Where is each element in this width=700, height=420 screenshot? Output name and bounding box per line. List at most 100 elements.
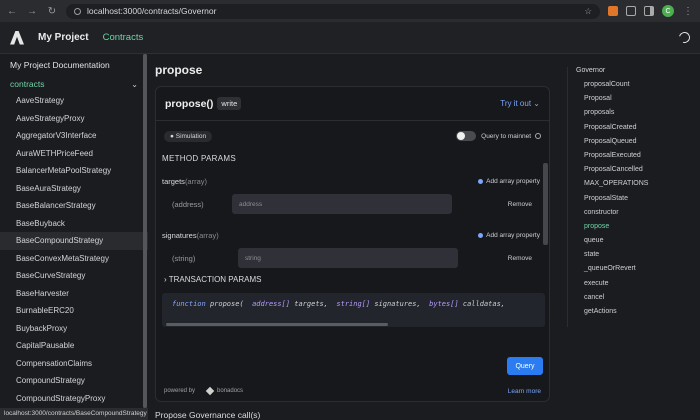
sidebar-scrollbar[interactable] [143,54,147,408]
browser-toolbar: ← → ↻ localhost:3000/contracts/Governor … [0,0,700,22]
transaction-params-toggle[interactable]: › TRANSACTION PARAMS [164,275,262,284]
address-input[interactable]: address [232,194,452,214]
powered-brand[interactable]: bonadocs [217,388,243,394]
more-menu-icon[interactable]: ⋮ [682,5,694,17]
toc-item[interactable]: getActions [576,305,695,319]
back-icon[interactable]: ← [6,5,18,17]
try-it-out-button[interactable]: Try it out ⌄ [500,99,540,108]
project-logo[interactable] [10,30,24,45]
param-name: targets(array) [162,177,207,186]
function-header: propose() write Try it out ⌄ [156,87,549,121]
function-name: propose() [165,97,214,110]
param-name-text: signatures [162,230,197,240]
toc-item[interactable]: state [576,248,695,262]
page-title: propose [155,63,203,77]
add-array-label: Add array property [486,231,540,239]
add-array-property-button[interactable]: Add array property [478,178,540,185]
toc-item[interactable]: constructor [576,206,695,220]
address-bar[interactable]: localhost:3000/contracts/Governor ☆ [66,3,600,19]
sidebar-item[interactable]: BaseHarvester [0,285,148,303]
sidebar-item[interactable]: CompoundStrategyProxy [0,390,148,408]
sidebar-item[interactable]: AaveStrategy [0,92,148,110]
theme-toggle-icon[interactable] [676,29,693,46]
toc-title[interactable]: Governor [576,67,695,74]
method-params-heading: METHOD PARAMS [162,154,236,163]
powered-by: powered by bonadocs [164,386,243,396]
toc-item[interactable]: proposalCount [576,78,695,92]
project-title[interactable]: My Project [38,32,89,43]
param-signatures: signatures(array) Add array property (st… [162,229,540,269]
param-targets: targets(array) Add array property (addre… [162,175,540,215]
toc-item[interactable]: proposals [576,106,695,120]
sidebar-item[interactable]: BaseBuyback [0,215,148,233]
sidebar-item[interactable]: BaseCurveStrategy [0,267,148,285]
sidebar-item[interactable]: BalancerMetaPoolStrategy [0,162,148,180]
sidebar-scroll-thumb[interactable] [143,54,147,408]
params-scrollbar[interactable] [543,163,548,245]
toc-item[interactable]: Proposal [576,92,695,106]
sidebar-section-label: contracts [10,79,45,89]
add-array-property-button[interactable]: Add array property [478,232,540,239]
sidebar-item[interactable]: CapitalPausable [0,337,148,355]
sidebar-item[interactable]: BaseConvexMetaStrategy [0,250,148,268]
extensions-puzzle-icon[interactable] [626,6,636,16]
sidebar-item[interactable]: CompoundStrategy [0,372,148,390]
string-input[interactable]: string [238,248,458,268]
sidebar-item[interactable]: AuraWETHPriceFeed [0,145,148,163]
toc-item[interactable]: ProposalQueued [576,135,695,149]
code-arg: signatures, [374,300,421,308]
profile-avatar[interactable]: C [662,5,674,17]
toc-list: proposalCount Proposal proposals ProposalCr… [576,78,695,319]
sidebar-item[interactable]: BaseBalancerStrategy [0,197,148,215]
chevron-down-icon: ⌄ [131,79,138,89]
sidebar-section-contracts[interactable]: contracts ⌄ [0,76,148,92]
plus-icon [478,232,484,238]
toc-item[interactable]: queue [576,234,695,248]
forward-icon[interactable]: → [26,5,38,17]
sidebar-item[interactable]: BuybackProxy [0,320,148,338]
toc-item[interactable]: ProposalExecuted [576,149,695,163]
toc-item[interactable]: _queueOrRevert [576,262,695,276]
sidebar-item[interactable]: CompensationClaims [0,355,148,373]
side-panel-icon[interactable] [644,6,654,16]
toc-item[interactable]: ProposalCancelled [576,163,695,177]
write-badge: write [217,97,242,110]
sidebar-item[interactable]: BaseAuraStrategy [0,180,148,198]
toc-item[interactable]: MAX_OPERATIONS [576,177,695,191]
reload-icon[interactable]: ↻ [46,5,58,17]
mainnet-label: Query to mainnet [481,132,531,140]
code-keyword: function [172,300,206,308]
sidebar-item[interactable]: BurnableERC20 [0,302,148,320]
code-scrollbar[interactable] [166,323,388,326]
sidebar-item[interactable]: BaseCompoundStrategy [0,232,148,250]
toc-item[interactable]: cancel [576,291,695,305]
param-name-text: targets [162,176,185,186]
function-panel: propose() write Try it out ⌄ ● Simulatio… [155,86,550,402]
site-info-icon[interactable] [74,7,81,15]
link-status-bar: localhost:3000/contracts/BaseCompoundStr… [0,408,148,420]
bookmark-star-icon[interactable]: ☆ [584,6,592,17]
plus-icon [478,178,484,184]
remove-button[interactable]: Remove [508,201,532,208]
code-fn-name: propose( [209,300,244,308]
code-type: string[] [336,300,371,308]
sidebar-item[interactable]: AaveStrategyProxy [0,110,148,128]
toc-item[interactable]: execute [576,277,695,291]
learn-more-link[interactable]: Learn more [508,388,541,395]
main-content: propose propose() write Try it out ⌄ ● S… [155,54,555,420]
remove-button[interactable]: Remove [508,255,532,262]
code-arg: targets, [294,300,328,308]
sidebar-doc-link[interactable]: My Project Documentation [0,54,148,76]
help-icon[interactable] [535,133,541,139]
mainnet-toggle[interactable] [456,131,477,141]
sidebar-item[interactable]: AggregatorV3Interface [0,127,148,145]
simulation-pill[interactable]: ● Simulation [164,130,213,142]
toc-item[interactable]: ProposalState [576,192,695,206]
extension-fox-icon[interactable] [608,6,618,16]
toc-item[interactable]: ProposalCreated [576,121,695,135]
toc-item[interactable]: propose [576,220,695,234]
nav-contracts-link[interactable]: Contracts [103,32,144,43]
param-type: (array) [184,176,208,186]
param-name: signatures(array) [162,231,219,240]
query-button[interactable]: Query [507,357,543,375]
